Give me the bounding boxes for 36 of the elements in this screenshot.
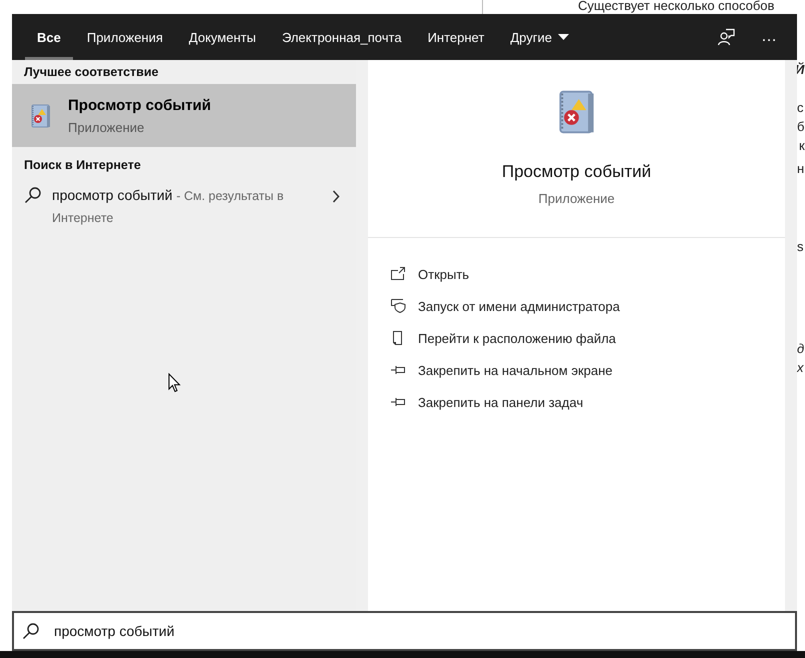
section-header: Лучшее соответствие: [23, 64, 160, 81]
tab[interactable]: Электронная_почта: [270, 14, 414, 60]
shield-icon: [390, 298, 406, 314]
page-text: к: [799, 139, 805, 153]
page-text: н: [797, 162, 804, 176]
page-text: д: [797, 342, 804, 356]
search-icon: [24, 186, 42, 204]
caret-icon: [558, 34, 569, 40]
web-result-item[interactable]: просмотр событий - См. результаты в Интернете: [12, 177, 356, 237]
more-button[interactable]: …: [755, 24, 783, 50]
app-subtitle: Приложение: [538, 191, 615, 206]
feedback-icon: [717, 28, 735, 46]
open-icon: [390, 266, 406, 282]
mouse-pointer-icon: [168, 373, 181, 393]
tab[interactable]: Документы: [176, 14, 268, 60]
action-item[interactable]: Запуск от имени администратора: [390, 290, 785, 322]
page-text: Существует несколько способов: [578, 0, 774, 13]
tab[interactable]: Интернет: [416, 14, 496, 60]
action-item[interactable]: Закрепить на начальном экране: [390, 354, 785, 386]
section-header: Поиск в Интернете: [23, 157, 142, 174]
web-result-text: просмотр событий - См. результаты в Интернете: [52, 186, 285, 227]
app-title: Просмотр событий: [502, 162, 652, 182]
tab[interactable]: Другие: [498, 14, 581, 60]
result-item[interactable]: Просмотр событий Приложение: [12, 84, 356, 147]
action-item[interactable]: Перейти к расположению файла: [390, 322, 785, 354]
page-text: б: [797, 120, 804, 134]
page-text: х: [797, 361, 804, 375]
result-title: Просмотр событий: [68, 96, 211, 114]
action-item[interactable]: Открыть: [390, 258, 785, 290]
page-text: s: [797, 240, 804, 254]
page-text: с: [797, 101, 804, 115]
action-item[interactable]: Закрепить на панели задач: [390, 386, 785, 418]
result-subtitle: Приложение: [68, 120, 146, 134]
tab[interactable]: Приложения: [74, 14, 175, 60]
search-field[interactable]: просмотр событий: [12, 611, 797, 651]
chevron-right-icon: [332, 190, 340, 203]
